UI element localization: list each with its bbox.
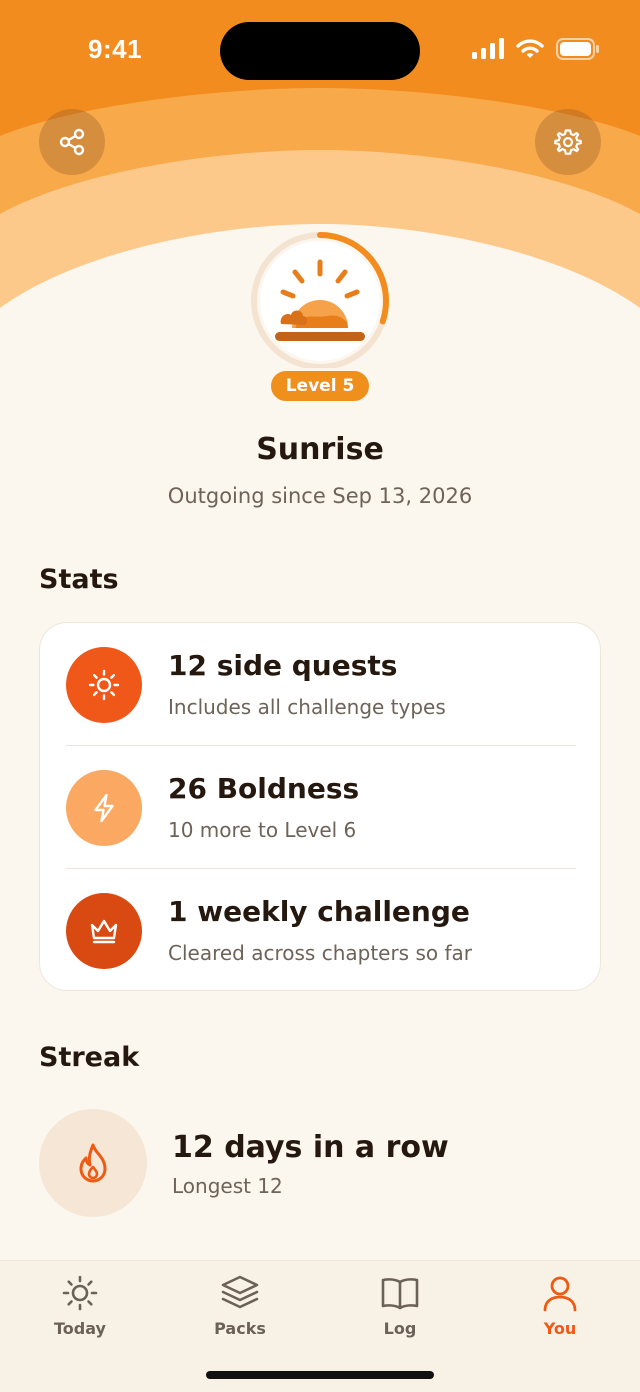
stat-description: 10 more to Level 6 [168,818,357,842]
tab-log[interactable]: Log [340,1271,460,1351]
stat-icon-circle [66,893,142,969]
wifi-icon [516,39,544,58]
tab-packs[interactable]: Packs [180,1271,300,1351]
settings-button[interactable] [535,109,601,175]
flame-icon [79,1143,107,1183]
profile-subtitle: Outgoing since Sep 13, 2026 [167,484,473,508]
stat-title: 12 side quests [168,649,398,682]
share-icon [59,128,85,156]
stat-description: Includes all challenge types [168,695,446,719]
crown-icon [90,919,118,944]
status-bar: 9:41 [0,0,640,100]
stat-row-side-quests: 12 side quests Includes all challenge ty… [40,623,602,745]
streak-subtitle: Longest 12 [172,1174,283,1198]
tab-label: Today [54,1319,106,1338]
lightning-icon [94,793,114,823]
tab-label: Log [383,1319,417,1338]
profile-name: Sunrise [256,432,384,467]
tab-today[interactable]: Today [20,1271,140,1351]
sun-icon [88,669,120,701]
person-icon [543,1276,577,1312]
status-time: 9:41 [88,34,143,64]
stat-description: Cleared across chapters so far [168,941,472,965]
book-icon [381,1278,419,1310]
streak-title: 12 days in a row [172,1130,449,1165]
gear-icon [554,129,582,155]
stats-card: 12 side quests Includes all challenge ty… [39,622,601,991]
cellular-signal-icon [472,38,504,59]
dynamic-island [220,22,420,80]
share-button[interactable] [39,109,105,175]
stats-section-title: Stats [39,564,119,595]
tab-label: You [543,1319,577,1338]
profile-screen: 9:41 Level 5 Sunrise Outgoing since Sep … [0,0,640,1392]
stat-row-weekly-challenge: 1 weekly challenge Cleared across chapte… [40,869,602,991]
sun-outline-icon [62,1275,98,1311]
home-indicator [206,1371,434,1379]
status-icons [472,38,600,60]
battery-icon [556,38,599,60]
stat-row-boldness: 26 Boldness 10 more to Level 6 [40,746,602,868]
level-badge: Level 5 [268,368,372,404]
tab-you[interactable]: You [500,1271,620,1351]
layers-icon [221,1275,259,1309]
streak-section-title: Streak [39,1042,140,1073]
streak-icon-circle [39,1109,147,1217]
stat-icon-circle [66,770,142,846]
stat-title: 1 weekly challenge [168,895,470,928]
stat-title: 26 Boldness [168,772,360,805]
stat-icon-circle [66,647,142,723]
tab-label: Packs [214,1319,266,1338]
avatar [247,228,393,374]
